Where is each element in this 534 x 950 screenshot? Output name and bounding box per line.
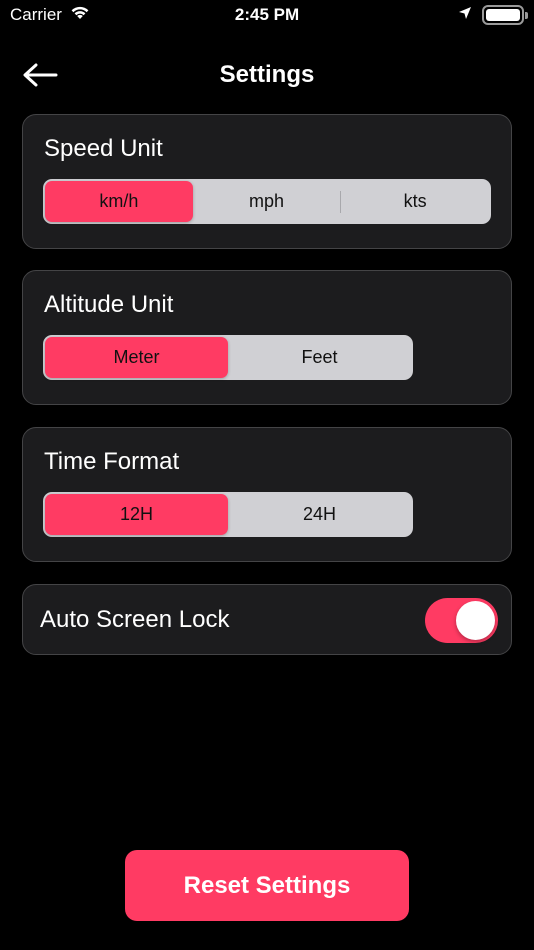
auto-screen-lock-toggle[interactable] (425, 598, 498, 643)
segment-feet[interactable]: Feet (228, 337, 411, 378)
segment-meter[interactable]: Meter (45, 337, 228, 378)
altitude-unit-card: Altitude Unit Meter Feet (22, 270, 512, 405)
status-right-group (458, 5, 528, 25)
auto-screen-lock-label: Auto Screen Lock (40, 606, 230, 633)
altitude-unit-segmented-control: Meter Feet (43, 335, 413, 380)
segment-12h[interactable]: 12H (45, 494, 228, 535)
navigation-bar: Settings (0, 50, 534, 100)
segment-24h[interactable]: 24H (228, 494, 411, 535)
segment-kmh[interactable]: km/h (45, 181, 193, 222)
status-bar: Carrier 2:45 PM (0, 0, 534, 32)
battery-icon (482, 5, 528, 25)
settings-screen: Carrier 2:45 PM Settings Speed Unit km/h… (0, 0, 534, 950)
altitude-unit-title: Altitude Unit (44, 291, 174, 318)
auto-screen-lock-card: Auto Screen Lock (22, 584, 512, 655)
speed-unit-card: Speed Unit km/h mph kts (22, 114, 512, 249)
reset-settings-button[interactable]: Reset Settings (125, 850, 409, 921)
time-format-card: Time Format 12H 24H (22, 427, 512, 562)
speed-unit-segmented-control: km/h mph kts (43, 179, 491, 224)
segment-mph[interactable]: mph (193, 181, 341, 222)
page-title: Settings (219, 61, 315, 88)
segment-kts[interactable]: kts (341, 181, 489, 222)
time-format-segmented-control: 12H 24H (43, 492, 413, 537)
speed-unit-title: Speed Unit (44, 135, 163, 162)
toggle-knob (456, 601, 495, 640)
location-arrow-icon (458, 6, 472, 25)
time-format-title: Time Format (44, 448, 180, 475)
status-time: 2:45 PM (234, 5, 300, 24)
